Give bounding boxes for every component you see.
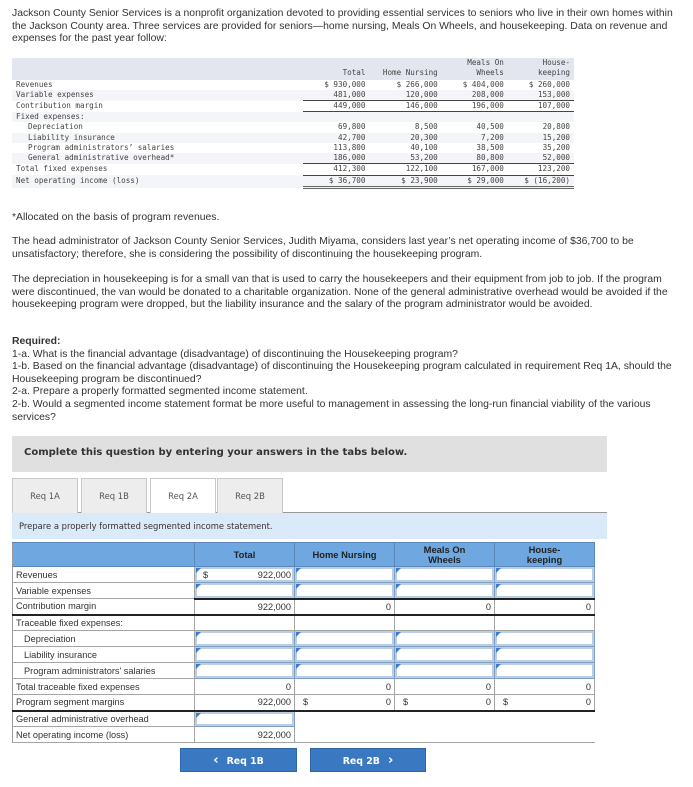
table-row: Fixed expenses: (12, 111, 574, 123)
tab-req-1b[interactable]: Req 1B (81, 478, 147, 513)
input-depreciation-home-nursing[interactable] (294, 630, 395, 647)
input-variable-home-nursing[interactable] (294, 582, 395, 599)
table-row-revenues: Revenues $922,000 (12, 566, 595, 583)
required-title: Required: (12, 336, 61, 347)
input-revenues-total[interactable]: $922,000 (194, 566, 295, 583)
table-row: Revenues $ 930,000 $ 266,000 $ 404,000 $… (16, 79, 570, 89)
tab-prompt: Prepare a properly formatted segmented i… (12, 513, 607, 539)
context-paragraph: The head administrator of Jackson County… (12, 236, 634, 260)
input-salaries-total[interactable] (194, 662, 295, 679)
table-row: Depreciation 69,800 8,500 40,500 20,800 (28, 122, 570, 132)
input-depreciation-total[interactable] (194, 630, 295, 647)
col-header-total: Total (194, 542, 295, 567)
table-row-total-traceable: Total traceable fixed expenses 0 0 0 0 (12, 678, 595, 695)
required-item: 1-b. Based on the financial advantage (d… (12, 361, 672, 385)
chevron-left-icon: ‹ (213, 753, 219, 768)
table-row-segment-margins: Program segment margins 922,000 $0 $0 $0 (12, 694, 595, 711)
col-header-total: Total (303, 58, 370, 80)
required-item: 2-a. Prepare a properly formatted segmen… (12, 386, 308, 398)
input-depreciation-housekeeping[interactable] (494, 630, 595, 647)
intro-paragraph: Jackson County Senior Services is a nonp… (12, 8, 673, 45)
input-salaries-home-nursing[interactable] (294, 662, 395, 679)
input-variable-total[interactable] (194, 582, 295, 599)
instruction-text: Complete this question by entering your … (24, 447, 408, 458)
input-depreciation-meals[interactable] (394, 630, 495, 647)
input-liability-housekeeping[interactable] (494, 646, 595, 663)
depreciation-paragraph: The depreciation in housekeeping is for … (12, 274, 668, 311)
required-item: 1-a. What is the financial advantage (di… (12, 348, 458, 360)
col-header-meals: Meals On Wheels (441, 58, 508, 80)
input-overhead-total[interactable] (194, 709, 295, 727)
required-section: Required: 1-a. What is the financial adv… (12, 336, 684, 424)
table-row-variable-expenses: Variable expenses (12, 582, 595, 599)
table-row-contribution-margin: Contribution margin 922,000 0 0 0 (12, 597, 595, 615)
required-item: 2-b. Would a segmented income statement … (12, 398, 651, 423)
table-row: Variable expenses 481,000 120,000 208,00… (12, 89, 574, 102)
table-row-liability-insurance: Liability insurance (12, 646, 595, 663)
chevron-right-icon: › (387, 753, 394, 768)
table-row: Liability insurance 42,700 20,300 7,200 … (12, 132, 574, 143)
table-row-traceable-header: Traceable fixed expenses: (12, 613, 595, 631)
prev-req-1b-button[interactable]: ‹ Req 1B (180, 748, 297, 772)
input-salaries-housekeeping[interactable] (494, 662, 595, 679)
input-salaries-meals[interactable] (394, 662, 495, 679)
tab-req-2a[interactable]: Req 2A (150, 478, 216, 514)
col-header-housekeeping: House-keeping (494, 542, 595, 567)
instruction-banner: Complete this question by entering your … (12, 436, 607, 472)
col-header-housekeeping: House- keeping (507, 58, 574, 80)
footnote: *Allocated on the basis of program reven… (12, 212, 220, 223)
input-revenues-home-nursing[interactable] (294, 566, 395, 583)
data-table: Total Home Nursing Meals On Wheels House… (12, 58, 574, 190)
input-liability-home-nursing[interactable] (294, 646, 395, 663)
table-row-depreciation: Depreciation (12, 630, 595, 647)
input-variable-housekeeping[interactable] (494, 582, 595, 599)
col-header-home-nursing: Home Nursing (294, 542, 395, 567)
tab-req-1a[interactable]: Req 1A (12, 478, 78, 513)
table-row: Program administrators’ salaries 113,800… (28, 142, 570, 152)
input-liability-total[interactable] (194, 646, 295, 663)
next-req-2b-button[interactable]: Req 2B › (310, 748, 426, 772)
table-row-general-overhead: General administrative overhead (12, 709, 595, 727)
tab-req-2b[interactable]: Req 2B (217, 478, 283, 513)
table-row-net-operating-income: Net operating income (loss) 922,000 (12, 726, 595, 743)
table-row: Total fixed expenses 412,300 122,100 167… (12, 163, 574, 176)
input-revenues-meals[interactable] (394, 566, 495, 583)
table-row-program-admin-salaries: Program administrators' salaries (12, 662, 595, 679)
table-row: Contribution margin 449,000 146,000 196,… (12, 100, 574, 113)
col-header-meals-on-wheels: Meals On Wheels (394, 542, 495, 567)
input-variable-meals[interactable] (394, 582, 495, 599)
table-row: Net operating income (loss) $ 36,700 $ 2… (12, 175, 574, 190)
table-row: General administrative overhead* 186,000… (12, 153, 574, 165)
input-revenues-housekeeping[interactable] (494, 566, 595, 583)
segmented-income-statement: Total Home Nursing Meals On Wheels House-… (12, 542, 595, 743)
tab-bar: Req 1A Req 1B Req 2A Req 2B (12, 478, 607, 514)
col-header-home-nursing: Home Nursing (369, 58, 442, 80)
input-liability-meals[interactable] (394, 646, 495, 663)
